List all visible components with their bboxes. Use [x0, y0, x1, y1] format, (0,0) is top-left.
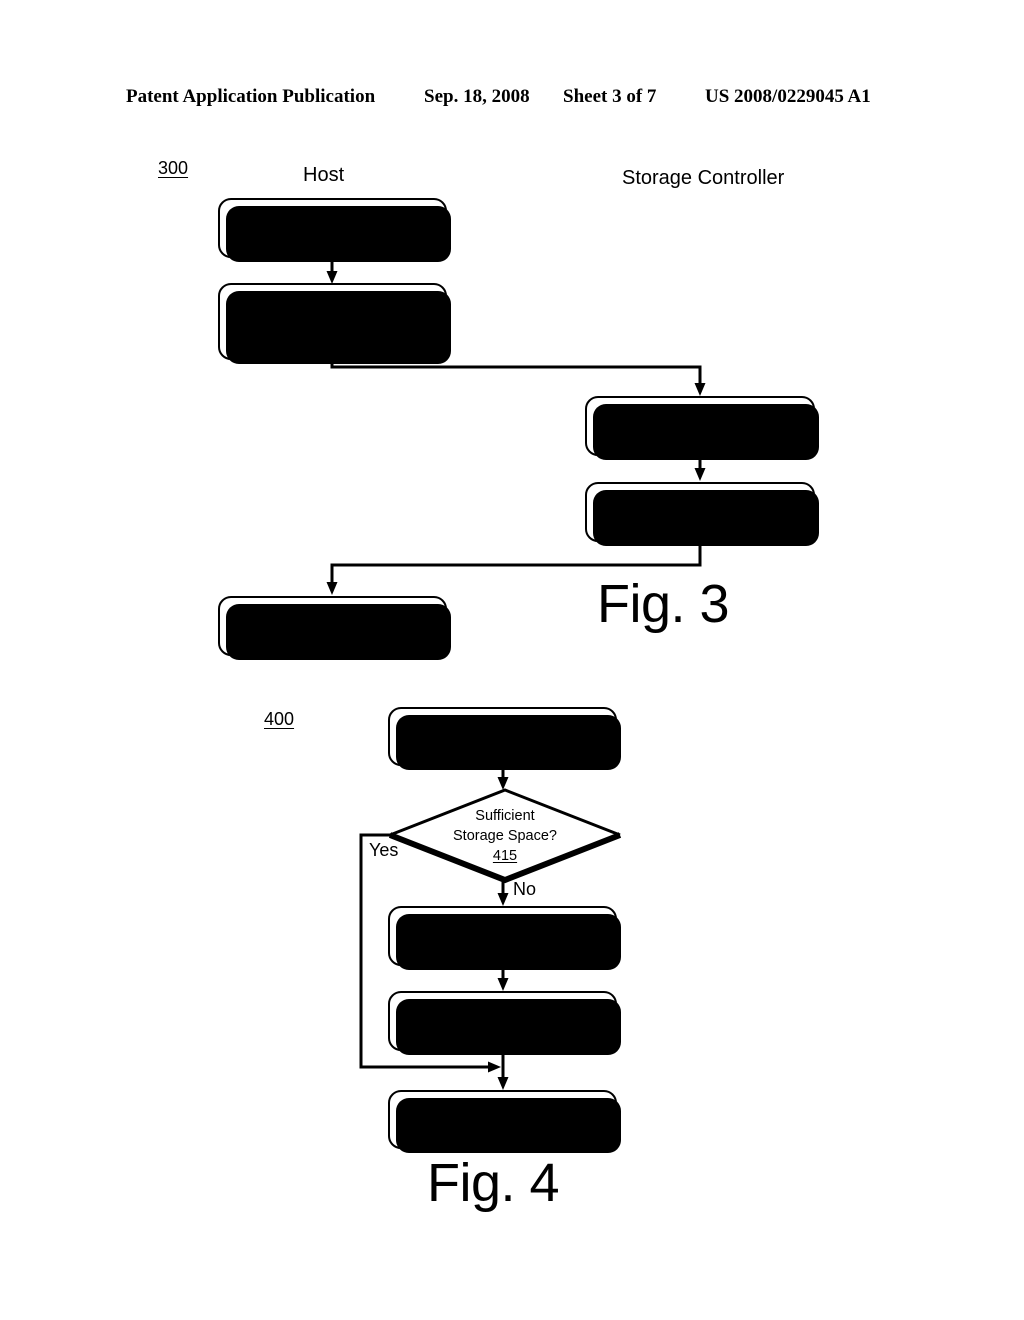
figure-4-caption: Fig. 4	[427, 1153, 560, 1213]
flow-node-315-label-line2: Storage System	[280, 313, 385, 330]
arrowhead-415-yes-bypass	[488, 1061, 501, 1073]
flow-node-310[interactable]: Generate Capacity Query 310	[218, 198, 451, 262]
arrowhead-410-to-415	[497, 777, 509, 790]
figure-4-reference-number: 400	[264, 709, 295, 729]
flow-node-320[interactable]: Process Capacity Query 320	[585, 396, 819, 460]
flow-node-320-ref: 320	[687, 428, 713, 444]
flow-node-315-label-line1: Send Capacity Query to	[255, 293, 410, 310]
flow-node-320-label: Process Capacity Query	[621, 408, 779, 424]
arrowhead-425-to-430	[497, 1077, 509, 1090]
figure-3-reference-number: 300	[158, 158, 189, 178]
flow-node-430-label: Dispatch Write I/O Request	[414, 1101, 591, 1118]
flow-node-325-label: Report Nominal Capacity	[619, 494, 781, 510]
figure-3-caption: Fig. 3	[597, 574, 730, 634]
flow-node-420[interactable]: Allocate Space from Pool 420	[388, 906, 621, 970]
flow-node-425-ref: 425	[490, 1023, 515, 1039]
flow-node-430-ref: 430	[490, 1121, 515, 1138]
flow-node-310-label: Generate Capacity Query	[250, 210, 415, 226]
flow-node-425-label: Update Metadata	[446, 1003, 559, 1019]
diamond-shape	[388, 788, 622, 884]
flow-node-330-label: Receive Nominal Capacity	[247, 608, 418, 624]
flow-node-325[interactable]: Report Nominal Capacity 325	[585, 482, 819, 546]
arrowhead-420-to-425	[497, 978, 509, 991]
flow-node-330[interactable]: Receive Nominal Capacity 330	[218, 596, 451, 660]
flow-node-330-ref: 330	[320, 628, 345, 644]
swimlane-title-host: Host	[303, 164, 345, 186]
publication-number-label: US 2008/0229045 A1	[705, 86, 871, 107]
publication-type-label: Patent Application Publication	[126, 86, 376, 107]
arrowhead-325-to-330	[326, 582, 338, 595]
flow-node-420-ref: 420	[490, 938, 515, 954]
patent-figure-page: Patent Application Publication Sep. 18, …	[0, 0, 1024, 1320]
flow-decision-415[interactable]: Sufficient Storage Space? 415	[388, 788, 622, 884]
flow-node-420-label: Allocate Space from Pool	[421, 918, 584, 934]
sheet-number-label: Sheet 3 of 7	[563, 86, 657, 107]
flow-node-410[interactable]: Receive Write I/O Request 410	[388, 707, 621, 770]
arrowhead-320-to-325	[694, 468, 706, 481]
flow-node-315[interactable]: Send Capacity Query to Storage System 31…	[218, 283, 451, 364]
flow-node-410-ref: 410	[490, 738, 515, 755]
flow-node-315-ref: 315	[320, 333, 345, 350]
flow-node-310-ref: 310	[320, 230, 345, 246]
edge-315-to-320	[330, 360, 702, 387]
flow-node-430[interactable]: Dispatch Write I/O Request 430	[388, 1090, 621, 1153]
arrowhead-415-no-to-420	[497, 893, 509, 906]
branch-label-no: No	[513, 879, 537, 899]
publication-date-label: Sep. 18, 2008	[424, 86, 530, 107]
flow-node-325-ref: 325	[687, 514, 713, 530]
flow-node-410-label: Receive Write I/O Request	[416, 718, 589, 735]
swimlane-title-storage-controller: Storage Controller	[622, 167, 785, 189]
arrowhead-315-to-320	[694, 383, 706, 396]
flow-node-425[interactable]: Update Metadata 425	[388, 991, 621, 1055]
publication-header: Patent Application Publication Sep. 18, …	[0, 86, 1024, 112]
